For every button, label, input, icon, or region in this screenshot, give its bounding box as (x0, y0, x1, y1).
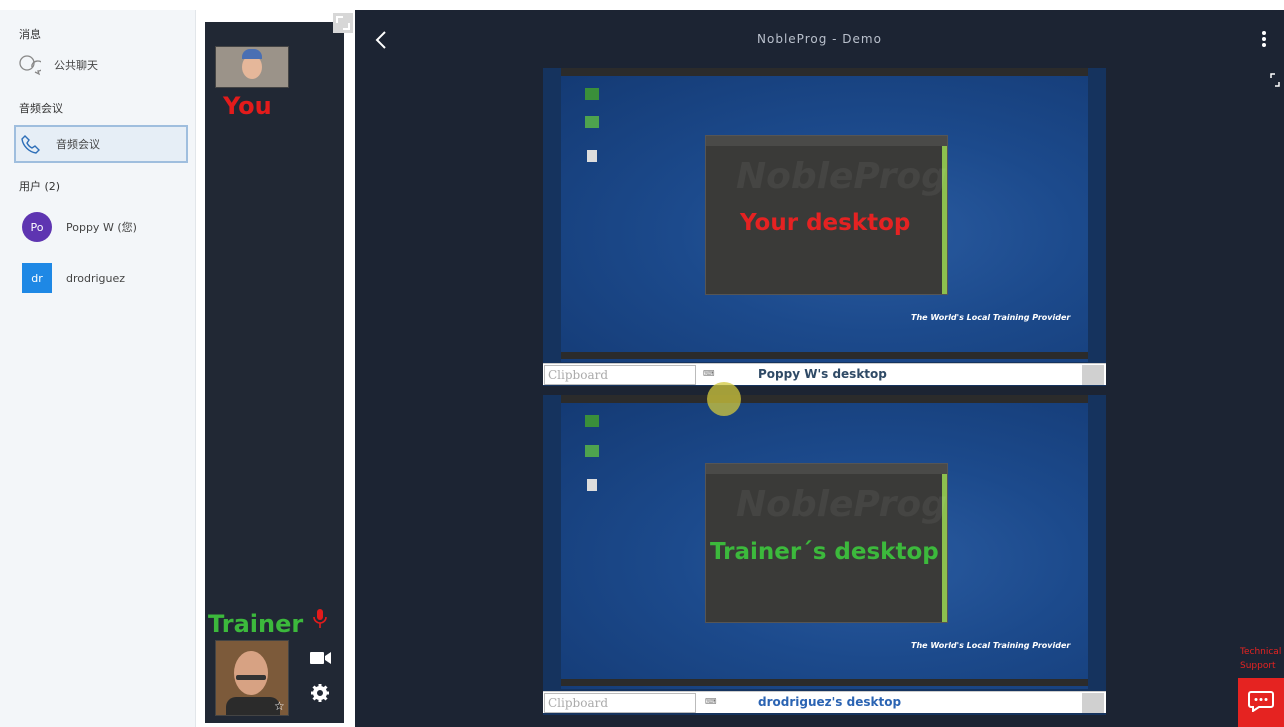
watermark: NobleProg (736, 484, 947, 525)
avatar: Po (22, 212, 52, 242)
desktop-owner-label: drodriguez's desktop (758, 695, 902, 709)
clipboard-bar: Clipboard ⌨ drodriguez's desktop (543, 691, 1106, 713)
sidebar-item-label: 音频会议 (56, 138, 100, 151)
users-section-title: 用户 (2) (19, 180, 61, 193)
computer-icon (585, 116, 599, 128)
desktop-top-panel (561, 395, 1088, 403)
chat-bubbles-icon (14, 54, 44, 76)
your-video-thumbnail[interactable] (215, 46, 289, 88)
tagline: The World's Local Training Provider (911, 313, 1071, 322)
trash-icon (587, 150, 597, 162)
session-title: NobleProg - Demo (757, 32, 882, 46)
phone-icon (16, 134, 46, 154)
audio-section-title: 音频会议 (19, 102, 63, 115)
sidebar: 消息 公共聊天 音频会议 音频会议 用户 (2) Po Poppy W (您) … (0, 10, 196, 727)
trainer-video-thumbnail[interactable]: ☆ (215, 640, 289, 716)
sidebar-item-label: 公共聊天 (54, 59, 98, 72)
user-name: drodriguez (66, 271, 126, 285)
support-line-2: Support (1240, 661, 1276, 671)
keyboard-icon[interactable]: ⌨ (703, 369, 715, 378)
home-folder-icon (585, 88, 599, 100)
desktop-owner-label: Poppy W's desktop (758, 367, 887, 381)
video-expand-icon[interactable] (333, 13, 353, 33)
keyboard-icon[interactable]: ⌨ (705, 697, 717, 706)
sidebar-item-audio-conference[interactable]: 音频会议 (14, 125, 188, 163)
sidebar-item-public-chat[interactable]: 公共聊天 (14, 46, 188, 84)
more-menu-icon[interactable] (1261, 30, 1267, 52)
chat-bubble-icon (1248, 690, 1274, 716)
expand-desktop-icon[interactable] (1082, 693, 1104, 713)
settings-gear-icon[interactable] (311, 684, 329, 706)
support-line-1: Technical (1240, 647, 1282, 657)
home-folder-icon (585, 415, 599, 427)
clipboard-input[interactable]: Clipboard (544, 693, 696, 713)
desktop-top-panel (561, 68, 1088, 76)
video-column: You Trainer ☆ (205, 22, 344, 723)
technical-support-label: Technical Support (1240, 645, 1281, 673)
user-row-poppy[interactable]: Po Poppy W (您) (22, 210, 137, 244)
your-desktop-overlay: Your desktop (740, 210, 911, 236)
fullscreen-icon[interactable] (1269, 72, 1281, 92)
trash-icon (587, 479, 597, 491)
trainer-desktop-overlay: Trainer´s desktop (710, 539, 939, 565)
microphone-icon (313, 609, 327, 633)
avatar: dr (22, 263, 52, 293)
cursor-highlight (707, 382, 741, 416)
messages-section-title: 消息 (19, 28, 41, 41)
watermark: NobleProg (736, 156, 947, 197)
desktop-bottom-panel (561, 352, 1088, 359)
computer-icon (585, 445, 599, 457)
expand-desktop-icon[interactable] (1082, 365, 1104, 385)
camera-icon[interactable] (310, 650, 332, 670)
desktop-bottom-panel (561, 679, 1088, 686)
you-label: You (223, 92, 272, 120)
star-icon[interactable]: ☆ (274, 699, 285, 713)
main-area: NobleProg - Demo NobleProg The World's L… (355, 10, 1284, 727)
trainer-label: Trainer (208, 610, 304, 638)
user-row-drodriguez[interactable]: dr drodriguez (22, 261, 125, 295)
tagline: The World's Local Training Provider (911, 641, 1071, 650)
user-name: Poppy W (您) (66, 221, 137, 234)
app-root: 消息 公共聊天 音频会议 音频会议 用户 (2) Po Poppy W (您) … (0, 0, 1284, 727)
clipboard-bar: Clipboard ⌨ Poppy W's desktop (543, 363, 1106, 385)
clipboard-input[interactable]: Clipboard (544, 365, 696, 385)
support-chat-button[interactable] (1238, 678, 1284, 727)
